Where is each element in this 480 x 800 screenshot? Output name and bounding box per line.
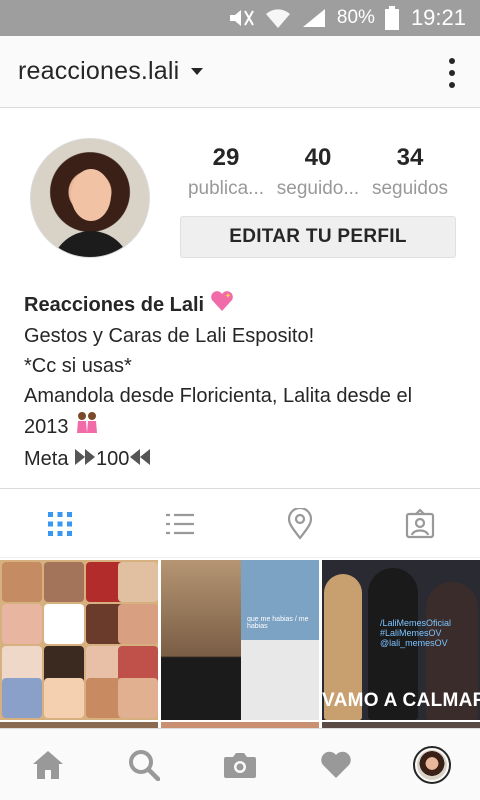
home-icon	[33, 751, 63, 779]
tab-tagged[interactable]	[360, 489, 480, 559]
stat-following-count: 34	[396, 144, 424, 171]
heart-icon	[321, 751, 351, 778]
sparkling-heart-icon	[210, 290, 234, 321]
profile-avatar[interactable]	[30, 138, 150, 258]
post-thumbnail[interactable]: /LaliMemesOficial #LaliMemesOV @lali_mem…	[322, 560, 480, 720]
nav-activity[interactable]	[288, 729, 384, 800]
tab-grid[interactable]	[0, 489, 120, 559]
bottom-navigation	[0, 728, 480, 800]
stat-following[interactable]: 34 seguidos	[364, 142, 456, 204]
posts-grid: que me habias / me habias /LaliMemesOfic…	[0, 560, 480, 728]
post-banner-text: VAMO A CALMARNO	[322, 690, 480, 711]
wifi-icon	[265, 7, 291, 29]
search-icon	[129, 750, 160, 781]
nav-camera[interactable]	[192, 729, 288, 800]
account-switcher[interactable]: reacciones.lali	[18, 57, 179, 86]
chevron-down-icon[interactable]	[191, 68, 204, 75]
clock: 19:21	[410, 5, 466, 30]
profile-bio: Reacciones de Lali Gestos y Caras de Lal…	[24, 290, 464, 475]
fast-forward-icon	[74, 445, 96, 475]
bio-line-5-prefix: Meta	[24, 448, 69, 471]
profile-stats: 29 publica... 40 seguido... 34 seguidos	[180, 142, 456, 204]
list-icon	[166, 513, 194, 535]
more-vert-icon[interactable]	[448, 58, 456, 88]
tab-location[interactable]	[240, 489, 360, 559]
location-pin-icon	[287, 508, 313, 540]
profile-view-tabs	[0, 488, 480, 558]
stat-following-label: seguidos	[371, 178, 449, 199]
profile-avatar-small	[413, 746, 451, 784]
profile-header: reacciones.lali	[0, 36, 480, 108]
stat-posts-count: 29	[212, 144, 240, 171]
tagged-photos-icon	[405, 509, 435, 539]
battery-percent: 80%	[336, 7, 375, 28]
post-caption-overlay: que me habias / me habias	[247, 616, 309, 630]
nav-home[interactable]	[0, 729, 96, 800]
bio-line-1: Gestos y Caras de Lali Esposito!	[24, 325, 315, 348]
nav-profile[interactable]	[384, 729, 480, 800]
stat-followers[interactable]: 40 seguido...	[272, 142, 364, 204]
stat-followers-count: 40	[304, 144, 332, 171]
nav-search[interactable]	[96, 729, 192, 800]
status-bar: 80% 19:21	[0, 0, 480, 36]
tab-list[interactable]	[120, 489, 240, 559]
mute-icon	[227, 7, 255, 29]
stat-posts-label: publica...	[187, 178, 265, 199]
bio-line-5-value: 100	[96, 448, 130, 471]
signal-icon	[301, 7, 327, 29]
bio-line-2: *Cc si usas*	[24, 355, 132, 378]
post-watermark: /LaliMemesOficial #LaliMemesOV @lali_mem…	[380, 618, 452, 648]
rewind-icon	[129, 445, 151, 475]
camera-icon	[224, 753, 256, 778]
profile-name: Reacciones de Lali	[24, 294, 205, 316]
battery-icon	[384, 6, 399, 30]
stat-posts[interactable]: 29 publica...	[180, 142, 272, 204]
bio-line-3: Amandola desde Floricienta, Lalita desde…	[24, 385, 413, 408]
post-thumbnail[interactable]	[0, 560, 158, 720]
dancers-icon	[74, 411, 100, 444]
bio-line-4: 2013	[24, 416, 69, 438]
post-thumbnail[interactable]: que me habias / me habias	[161, 560, 319, 720]
edit-profile-button[interactable]: EDITAR TU PERFIL	[180, 216, 456, 258]
stat-followers-label: seguido...	[276, 178, 360, 199]
grid-icon	[48, 512, 72, 536]
